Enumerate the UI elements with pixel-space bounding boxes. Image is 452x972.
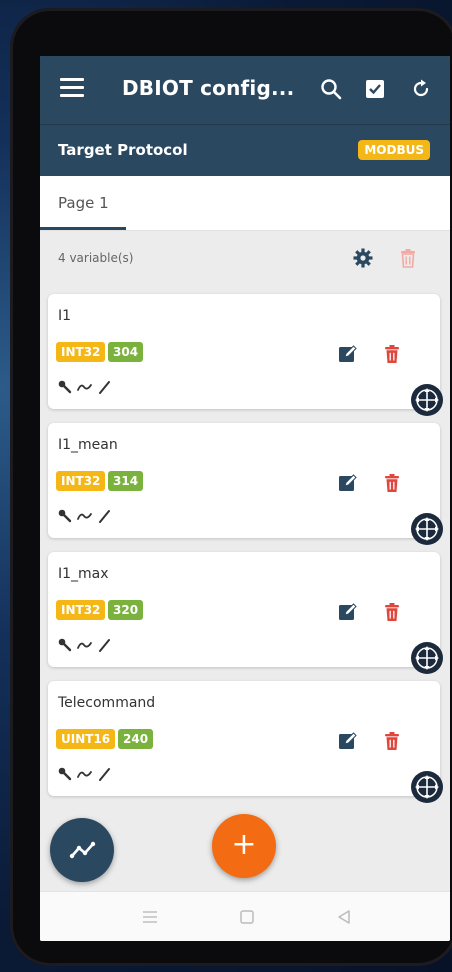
app-title: DBIOT config... — [122, 76, 295, 100]
wave-icon — [77, 513, 92, 520]
variable-address-badge: 304 — [108, 342, 144, 362]
move-arrows-icon — [415, 775, 439, 799]
search-icon[interactable] — [320, 78, 342, 100]
wrench-icon — [58, 380, 72, 394]
move-arrows-icon — [415, 388, 439, 412]
checkbox-icon[interactable] — [366, 80, 384, 98]
tab-indicator — [40, 227, 126, 230]
app-screen: DBIOT config... Target Protocol MODBUS P… — [40, 56, 450, 941]
variable-card[interactable]: I1_max INT32 320 — [48, 552, 443, 674]
variable-tool-icons — [58, 638, 110, 652]
variable-card[interactable]: Telecommand UINT16 240 — [48, 681, 443, 803]
variable-address-badge: 320 — [108, 600, 144, 620]
wave-icon — [77, 384, 92, 391]
edit-icon[interactable] — [338, 731, 358, 751]
drag-handle[interactable] — [411, 513, 443, 545]
variable-type-badge: INT32 — [56, 471, 106, 491]
edit-icon[interactable] — [338, 602, 358, 622]
slash-icon — [99, 768, 110, 781]
variable-tool-icons — [58, 509, 110, 523]
delete-all-icon[interactable] — [398, 248, 418, 268]
home-square-icon[interactable] — [237, 907, 257, 927]
trend-chart-icon — [69, 841, 96, 859]
variable-type-badge: INT32 — [56, 600, 106, 620]
phone-frame: DBIOT config... Target Protocol MODBUS P… — [10, 8, 452, 966]
trash-icon[interactable] — [382, 602, 402, 622]
wrench-icon — [58, 638, 72, 652]
variable-name: Telecommand — [58, 695, 156, 711]
refresh-icon[interactable] — [410, 78, 432, 100]
trash-icon[interactable] — [382, 344, 402, 364]
protocol-bar: Target Protocol MODBUS — [40, 124, 450, 177]
chart-fab-button[interactable] — [50, 818, 114, 882]
variable-type-badge: UINT16 — [56, 729, 116, 749]
variable-list: 4 variable(s) I1 INT32 304 I1_mean INT32… — [40, 231, 450, 891]
protocol-label: Target Protocol — [58, 141, 188, 159]
edit-icon[interactable] — [338, 473, 358, 493]
variable-address-badge: 314 — [108, 471, 144, 491]
slash-icon — [99, 381, 110, 394]
variable-count: 4 variable(s) — [58, 251, 134, 265]
variable-name: I1_mean — [58, 437, 118, 453]
drag-handle[interactable] — [411, 771, 443, 803]
wave-icon — [77, 771, 92, 778]
variable-type-badge: INT32 — [56, 342, 106, 362]
tab-page-1[interactable]: Page 1 — [58, 194, 109, 212]
system-nav-bar — [40, 891, 450, 941]
move-arrows-icon — [415, 646, 439, 670]
recents-menu-icon[interactable] — [140, 907, 160, 927]
gear-icon[interactable] — [353, 248, 373, 268]
trash-icon[interactable] — [382, 473, 402, 493]
slash-icon — [99, 510, 110, 523]
trash-icon[interactable] — [382, 731, 402, 751]
slash-icon — [99, 639, 110, 652]
variable-address-badge: 240 — [118, 729, 154, 749]
back-triangle-icon[interactable] — [334, 907, 354, 927]
variable-name: I1_max — [58, 566, 109, 582]
menu-icon[interactable] — [60, 78, 84, 98]
page-tabs: Page 1 — [40, 176, 450, 231]
variable-card[interactable]: I1_mean INT32 314 — [48, 423, 443, 545]
variable-tool-icons — [58, 380, 110, 394]
drag-handle[interactable] — [411, 384, 443, 416]
variable-card[interactable]: I1 INT32 304 — [48, 294, 443, 416]
variable-name: I1 — [58, 308, 72, 324]
variable-tool-icons — [58, 767, 110, 781]
edit-icon[interactable] — [338, 344, 358, 364]
wrench-icon — [58, 767, 72, 781]
app-bar: DBIOT config... — [40, 56, 450, 124]
drag-handle[interactable] — [411, 642, 443, 674]
protocol-badge[interactable]: MODBUS — [358, 140, 430, 160]
wave-icon — [77, 642, 92, 649]
move-arrows-icon — [415, 517, 439, 541]
add-variable-button[interactable]: + — [212, 814, 276, 878]
wrench-icon — [58, 509, 72, 523]
